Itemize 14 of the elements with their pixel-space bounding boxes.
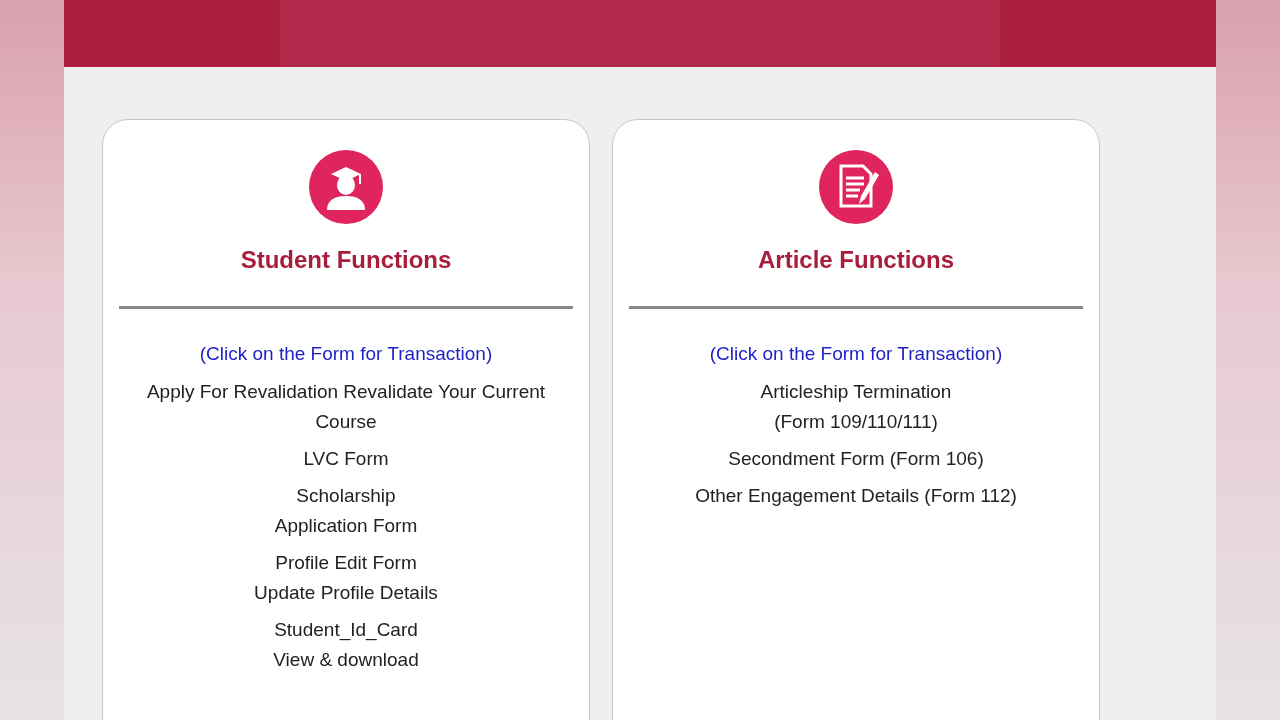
card-title: Student Functions <box>240 246 452 274</box>
form-link[interactable]: LVC Form <box>303 444 389 474</box>
graduate-icon <box>309 150 383 224</box>
document-pen-icon <box>819 150 893 224</box>
form-link[interactable]: Secondment Form (Form 106) <box>728 444 984 474</box>
form-link[interactable]: Student_Id_Card View & download <box>273 615 419 675</box>
card-title: Article Functions <box>758 246 954 274</box>
card-hint: (Click on the Form for Transaction) <box>709 343 1003 365</box>
form-link[interactable]: Other Engagement Details (Form 112) <box>695 481 1017 511</box>
form-link[interactable]: Profile Edit Form Update Profile Details <box>254 548 438 608</box>
card-hint: (Click on the Form for Transaction) <box>199 343 493 365</box>
form-link[interactable]: Scholarship Application Form <box>274 481 418 541</box>
form-link[interactable]: Apply For Revalidation Revalidate Your Current Course <box>119 377 573 437</box>
form-link[interactable]: Articleship Termination (Form 109/110/111) <box>760 377 952 437</box>
